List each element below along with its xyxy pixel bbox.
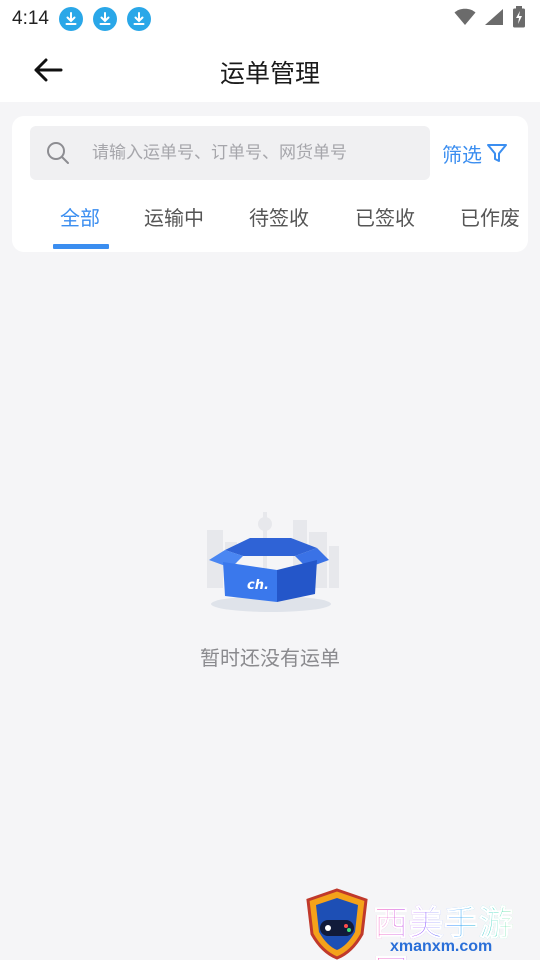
empty-state: ch. 暂时还没有运单 xyxy=(0,490,540,671)
download-icon xyxy=(126,7,151,31)
tab-in-transit[interactable]: 运输中 xyxy=(144,202,204,242)
battery-charging-icon xyxy=(512,6,526,32)
funnel-icon xyxy=(487,144,507,162)
tab-indicator xyxy=(53,244,109,249)
site-watermark: 西美手游网 xmanxm.com xyxy=(302,888,540,960)
gamepad-shield-logo xyxy=(306,888,368,960)
status-time: 4:14 xyxy=(12,8,49,29)
empty-box-icon: ch. xyxy=(207,512,339,612)
search-icon xyxy=(47,142,69,164)
filter-button[interactable]: 筛选 xyxy=(442,138,508,168)
empty-message: 暂时还没有运单 xyxy=(200,646,340,670)
search-tabs-card: 筛选 全部 运输中 待签收 已签收 已作废 xyxy=(12,116,528,252)
filter-label: 筛选 xyxy=(442,142,482,167)
wifi-icon xyxy=(454,8,476,30)
tab-all[interactable]: 全部 xyxy=(60,202,100,242)
tab-pending-sign[interactable]: 待签收 xyxy=(249,202,309,242)
download-icon xyxy=(92,7,117,31)
page-title: 运单管理 xyxy=(219,59,320,88)
signal-icon xyxy=(484,8,504,30)
nav-bar: 运单管理 xyxy=(0,38,540,102)
search-input[interactable] xyxy=(92,126,412,180)
status-bar: 4:14 xyxy=(0,0,540,38)
status-tabs: 全部 运输中 待签收 已签收 已作废 xyxy=(12,198,528,252)
tab-signed[interactable]: 已签收 xyxy=(355,202,415,242)
search-box[interactable] xyxy=(30,126,430,180)
download-icon xyxy=(58,7,83,31)
tab-voided[interactable]: 已作废 xyxy=(460,202,520,242)
svg-text:ch.: ch. xyxy=(247,578,269,593)
watermark-url: xmanxm.com xyxy=(390,938,493,955)
